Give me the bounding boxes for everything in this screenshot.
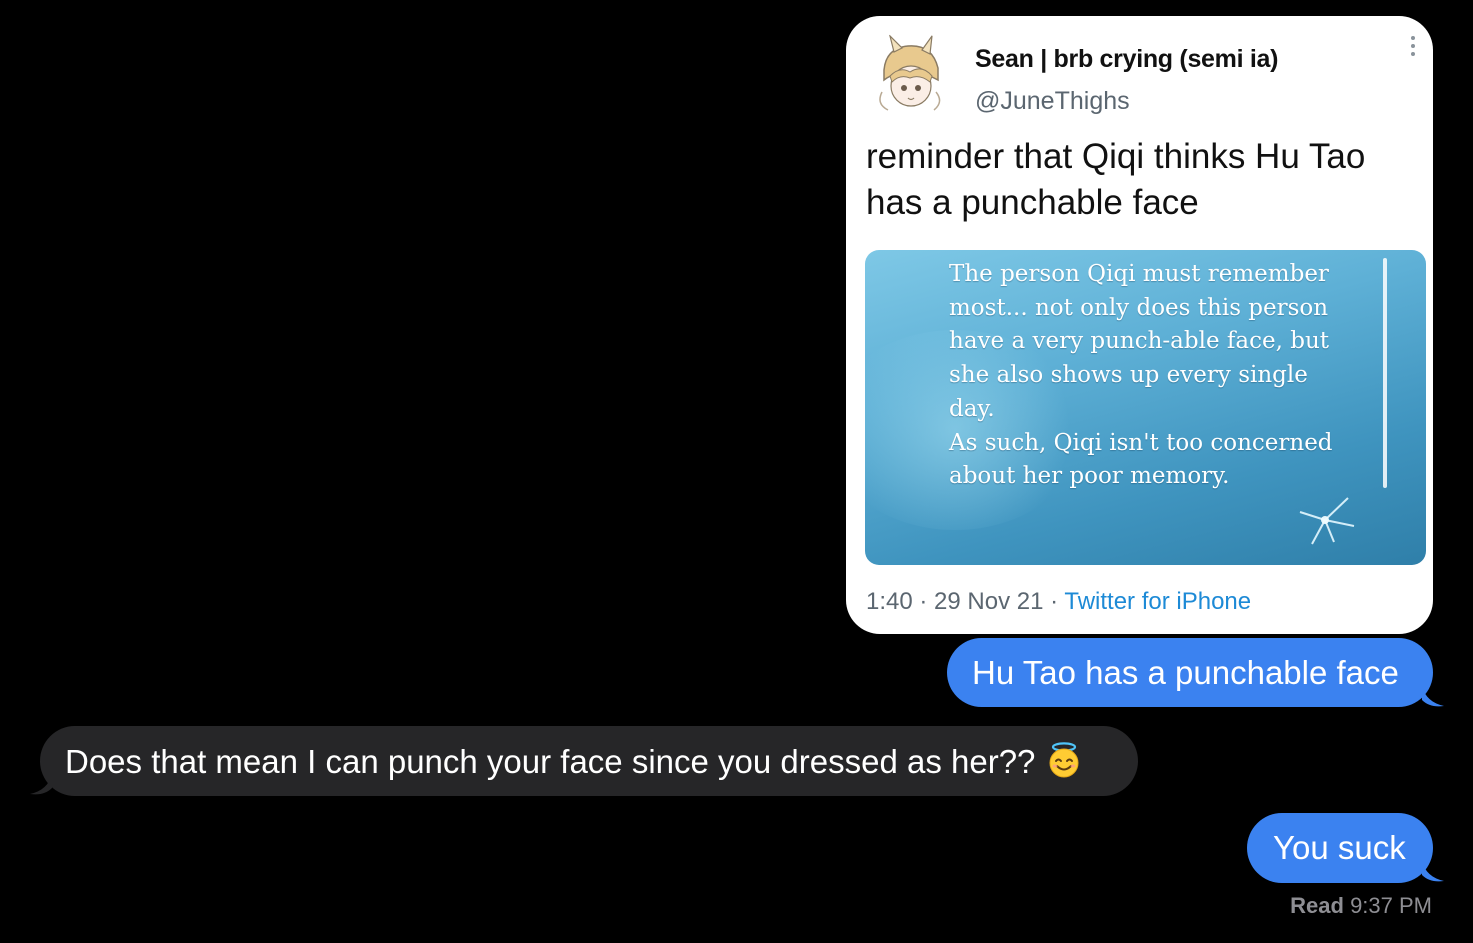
- media-line: she also shows up every single: [949, 362, 1308, 389]
- avatar-image: [864, 30, 956, 122]
- sent-message-bubble[interactable]: Hu Tao has a punchable face: [947, 638, 1433, 707]
- sent-message-bubble[interactable]: You suck: [1247, 813, 1433, 883]
- tweet-time: 1:40: [866, 588, 913, 615]
- read-time: 9:37 PM: [1350, 893, 1432, 918]
- smiling-face-with-halo-icon: [1045, 741, 1083, 779]
- media-scrollbar: [1383, 258, 1387, 488]
- message-text: Hu Tao has a punchable face: [972, 654, 1399, 691]
- media-line: The person Qiqi must remember: [949, 261, 1329, 287]
- media-line: most... not only does this person: [949, 294, 1329, 321]
- tweet-date: 29 Nov 21: [934, 588, 1044, 615]
- read-label: Read: [1290, 893, 1344, 918]
- tweet-meta: 1:40 · 29 Nov 21 · Twitter for iPhone: [866, 588, 1251, 616]
- avatar[interactable]: [864, 30, 956, 122]
- media-line: about her poor memory.: [949, 463, 1230, 490]
- meta-separator: ·: [912, 588, 935, 615]
- tweet-display-name[interactable]: Sean | brb crying (semi ia): [975, 45, 1278, 74]
- read-receipt: Read 9:37 PM: [1290, 893, 1432, 919]
- received-message-bubble[interactable]: Does that mean I can punch your face sin…: [40, 726, 1138, 796]
- tweet-text: reminder that Qiqi thinks Hu Tao has a p…: [866, 137, 1366, 222]
- bubble-tail: [1422, 861, 1444, 882]
- more-options-icon[interactable]: [1409, 36, 1417, 60]
- tweet-handle[interactable]: @JuneThighs: [975, 87, 1130, 116]
- media-caption: The person Qiqi must remember most... no…: [949, 258, 1389, 494]
- messages-screen: Sean | brb crying (semi ia) @JuneThighs …: [0, 0, 1473, 943]
- message-text: You suck: [1273, 829, 1406, 866]
- bubble-tail: [1422, 686, 1444, 707]
- media-line: As such, Qiqi isn't too concerned: [949, 429, 1333, 456]
- media-line: have a very punch-able face, but: [949, 328, 1330, 355]
- bubble-tail: [30, 774, 52, 795]
- media-line: day.: [949, 395, 995, 422]
- tweet-media-image[interactable]: The person Qiqi must remember most... no…: [865, 250, 1426, 565]
- cryo-star-icon: [1299, 497, 1355, 545]
- message-text: Does that mean I can punch your face sin…: [65, 743, 1036, 780]
- tweet-card[interactable]: Sean | brb crying (semi ia) @JuneThighs …: [846, 16, 1433, 634]
- meta-separator: ·: [1043, 588, 1065, 615]
- tweet-source-link[interactable]: Twitter for iPhone: [1064, 588, 1251, 615]
